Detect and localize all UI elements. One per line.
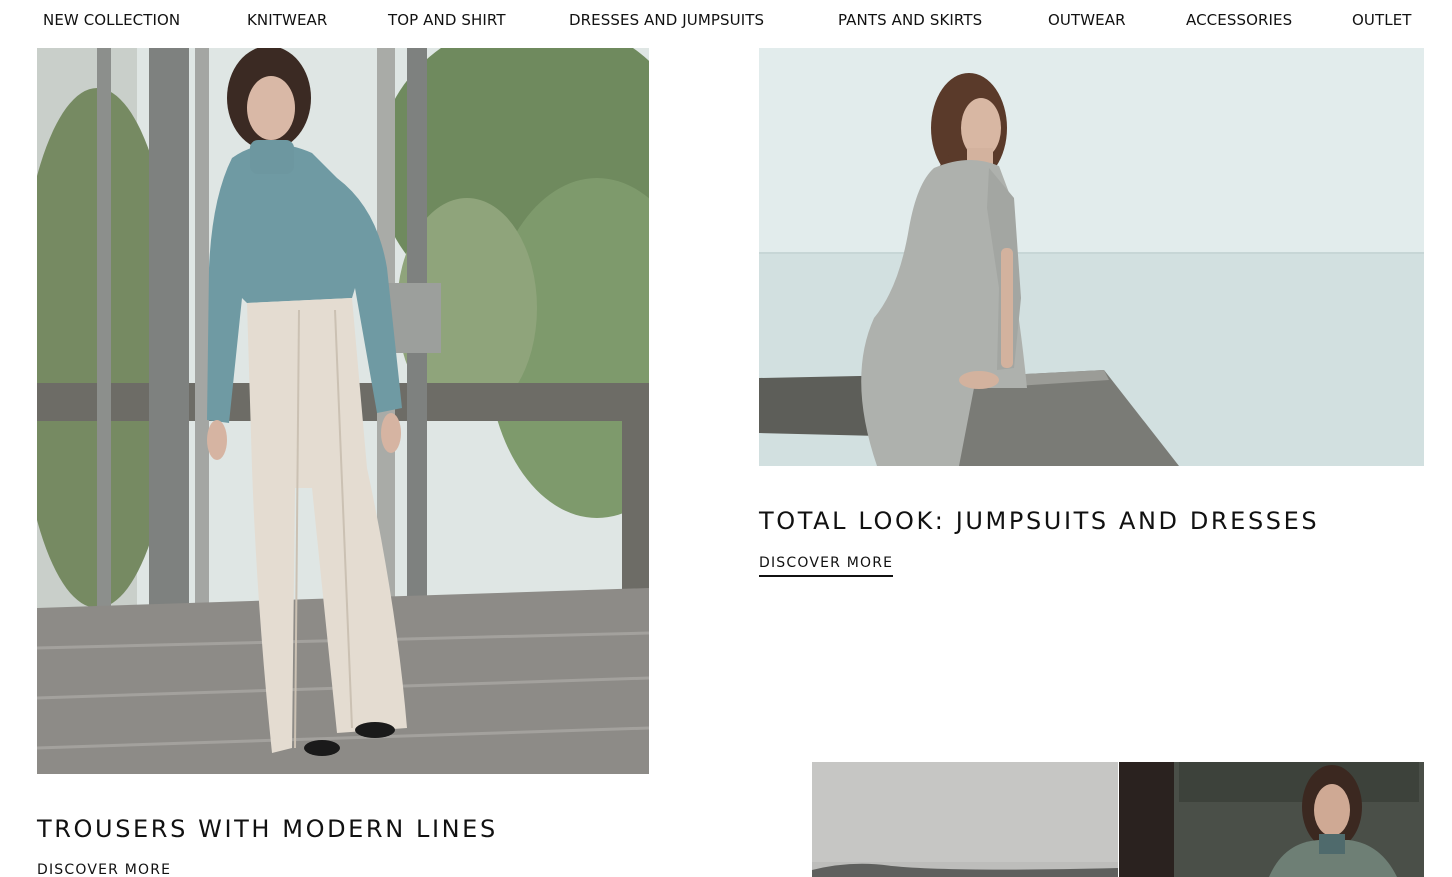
landscape-photo [812, 762, 1118, 877]
nav-item-pants-and-skirts[interactable]: PANTS AND SKIRTS [838, 11, 982, 29]
jumpsuits-discover-more-link[interactable]: DISCOVER MORE [759, 555, 894, 577]
trousers-model-photo [37, 48, 649, 774]
trousers-feature-image[interactable] [37, 48, 649, 774]
outwear-model-photo [1119, 762, 1424, 877]
jumpsuit-model-photo [759, 48, 1424, 466]
trousers-feature-title: TROUSERS WITH MODERN LINES [37, 815, 498, 843]
nav-item-outlet[interactable]: OUTLET [1352, 11, 1412, 29]
nav-item-top-and-shirt[interactable]: TOP AND SHIRT [388, 11, 506, 29]
nav-item-accessories[interactable]: ACCESSORIES [1186, 11, 1292, 29]
outwear-feature-image-right[interactable] [1119, 762, 1424, 877]
jumpsuits-feature-title: TOTAL LOOK: JUMPSUITS AND DRESSES [759, 507, 1320, 535]
nav-item-new-collection[interactable]: NEW COLLECTION [43, 11, 180, 29]
trousers-discover-more-link[interactable]: DISCOVER MORE [37, 862, 171, 877]
nav-item-outwear[interactable]: OUTWEAR [1048, 11, 1126, 29]
page: NEW COLLECTION KNITWEAR TOP AND SHIRT DR… [0, 0, 1452, 877]
jumpsuits-feature-image[interactable] [759, 48, 1424, 466]
nav-item-dresses-and-jumpsuits[interactable]: DRESSES AND JUMPSUITS [569, 11, 764, 29]
outwear-feature-image-left[interactable] [812, 762, 1118, 877]
nav-item-knitwear[interactable]: KNITWEAR [247, 11, 327, 29]
main-navigation: NEW COLLECTION KNITWEAR TOP AND SHIRT DR… [0, 0, 1452, 44]
